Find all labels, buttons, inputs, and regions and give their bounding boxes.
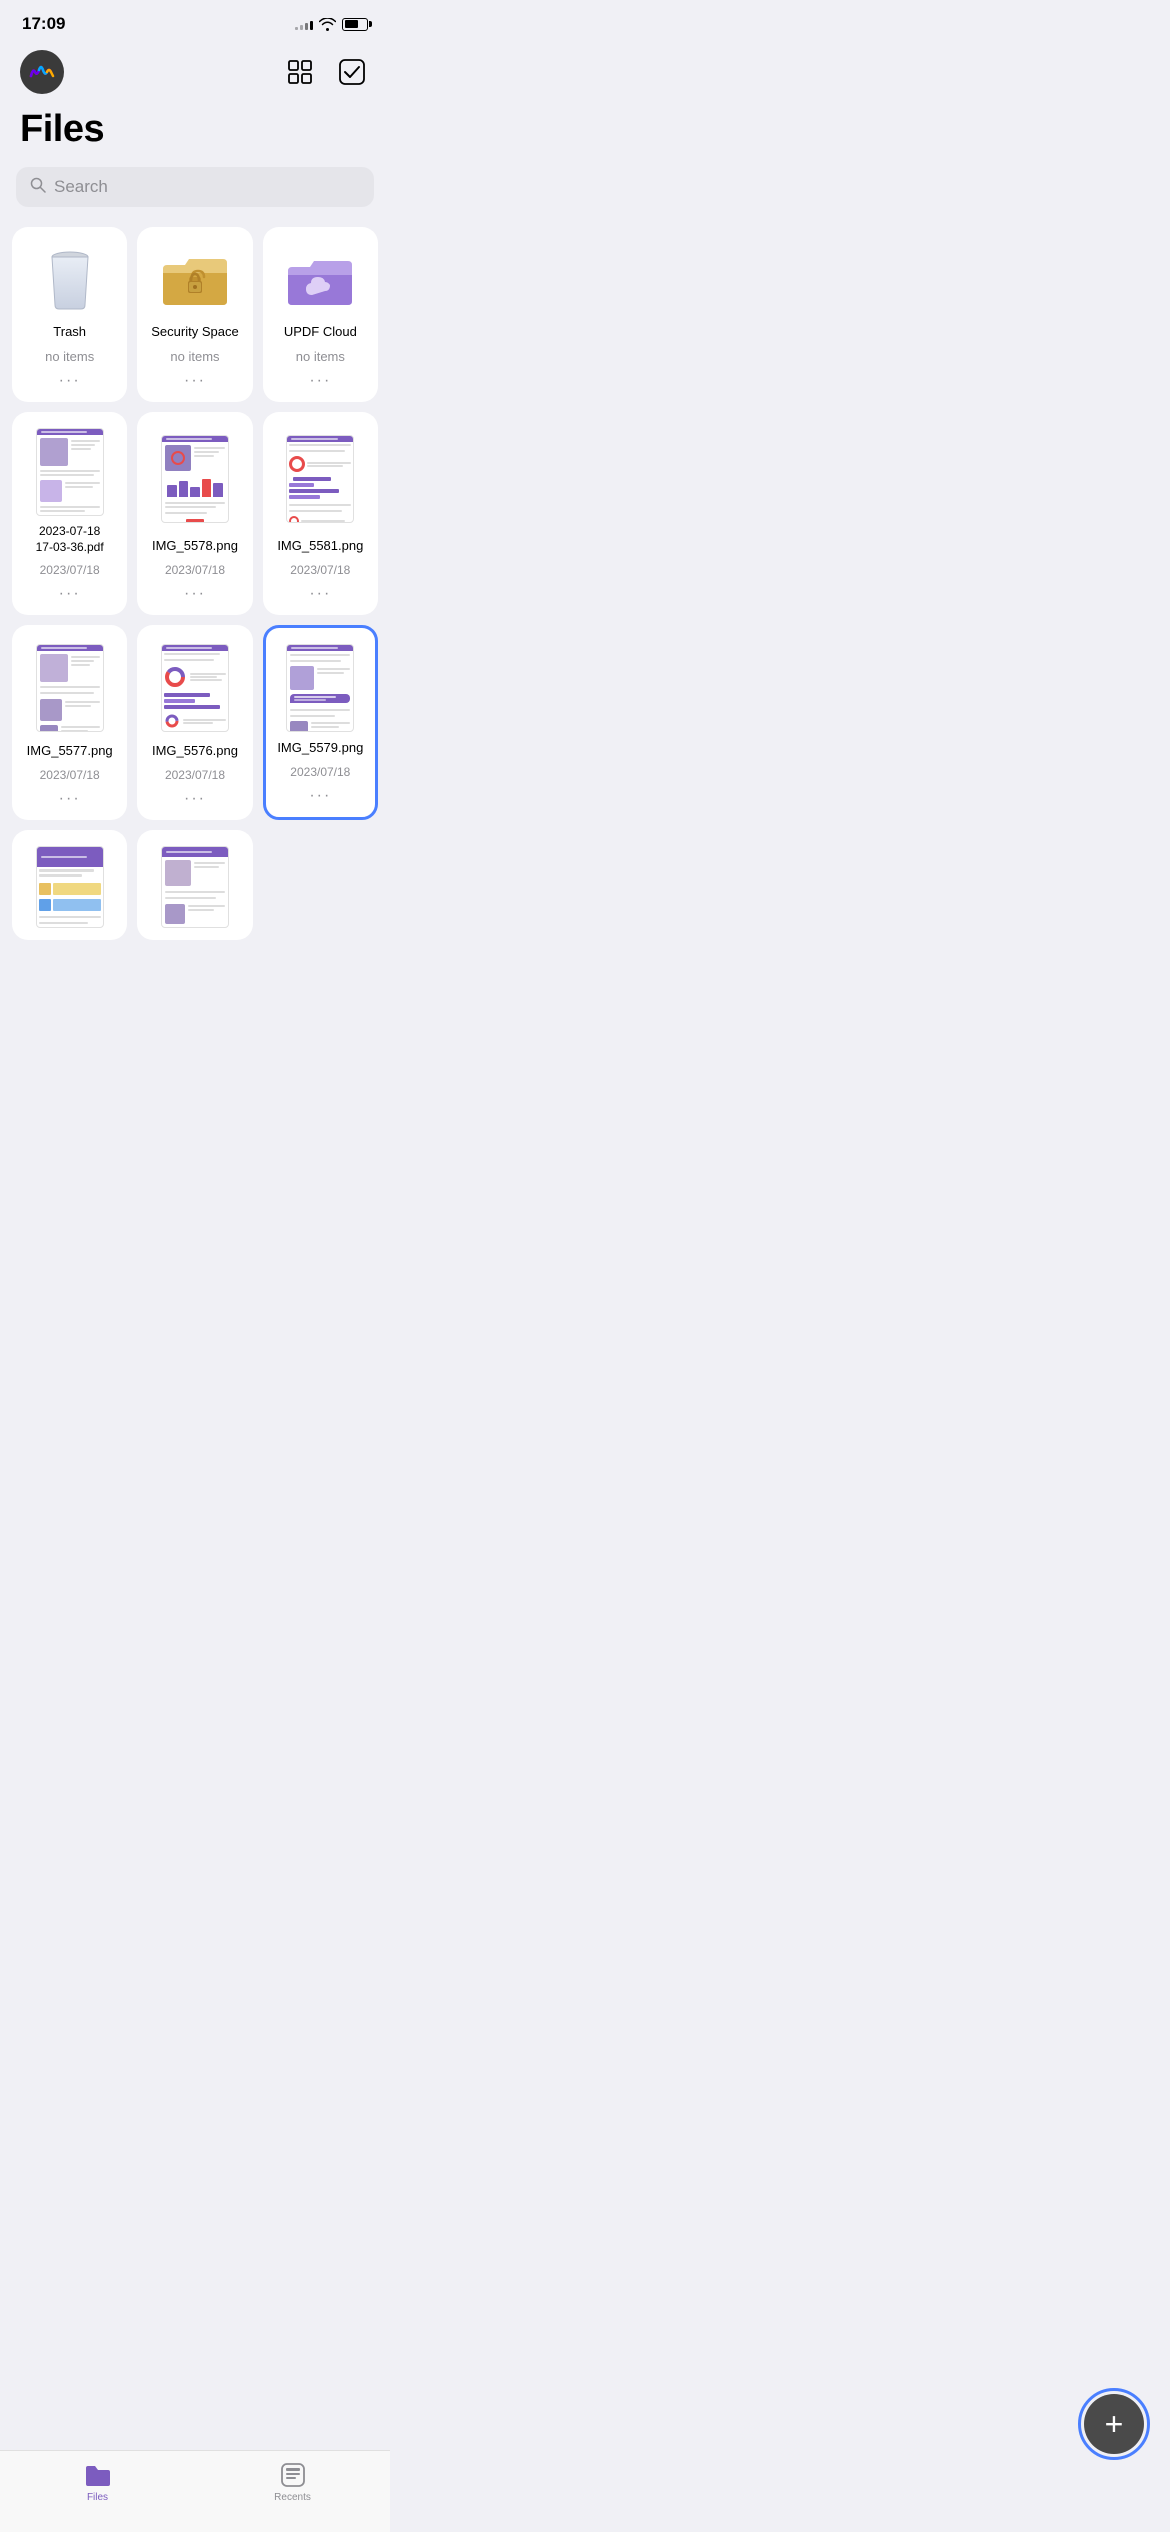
add-icon: + bbox=[1105, 2408, 1124, 2440]
search-placeholder: Search bbox=[54, 177, 108, 197]
recents-tab-label: Recents bbox=[274, 2492, 311, 2503]
img5581-thumbnail-container bbox=[273, 428, 368, 530]
trash-icon-container bbox=[22, 243, 117, 316]
search-icon bbox=[30, 177, 46, 197]
img5576-thumbnail bbox=[161, 644, 229, 732]
img5577-thumbnail-container bbox=[22, 641, 117, 735]
img5579-thumbnail bbox=[286, 644, 354, 732]
folder-subtitle-trash: no items bbox=[45, 349, 94, 364]
signal-icon bbox=[295, 18, 313, 30]
img5578-thumbnail-container bbox=[147, 428, 242, 530]
app-logo[interactable] bbox=[20, 50, 64, 94]
file-date-img5576: 2023/07/18 bbox=[165, 768, 225, 782]
folder-card-trash[interactable]: Trash no items ··· bbox=[12, 227, 127, 402]
tab-bar: Files Recents bbox=[0, 2450, 390, 2532]
file-more-img5581[interactable]: ··· bbox=[309, 585, 331, 603]
file-card-img5577[interactable]: IMG_5577.png 2023/07/18 ··· bbox=[12, 625, 127, 820]
page-title-section: Files bbox=[0, 104, 390, 167]
files-tab-label: Files bbox=[87, 2492, 108, 2503]
folder-card-security[interactable]: Security Space no items ··· bbox=[137, 227, 252, 402]
file-card-partial-1[interactable] bbox=[12, 830, 127, 940]
security-folder-icon bbox=[159, 251, 231, 309]
folder-more-cloud[interactable]: ··· bbox=[309, 372, 331, 390]
img5578-thumbnail bbox=[161, 435, 229, 523]
add-button-outline: + bbox=[1078, 2388, 1150, 2460]
img5577-thumbnail bbox=[36, 644, 104, 732]
file-name-pdf: 2023-07-18 17-03-36.pdf bbox=[36, 524, 104, 555]
file-name-img5581: IMG_5581.png bbox=[277, 538, 363, 555]
battery-icon bbox=[342, 18, 368, 31]
search-container: Search bbox=[0, 167, 390, 227]
file-more-img5579[interactable]: ··· bbox=[309, 787, 331, 805]
search-bar[interactable]: Search bbox=[16, 167, 374, 207]
file-date-img5581: 2023/07/18 bbox=[290, 563, 350, 577]
wifi-icon bbox=[319, 18, 336, 31]
file-date-pdf: 2023/07/18 bbox=[40, 563, 100, 577]
img5576-thumbnail-container bbox=[147, 641, 242, 735]
cloud-folder-icon bbox=[284, 251, 356, 309]
file-card-img5578[interactable]: IMG_5578.png 2023/07/18 ··· bbox=[137, 412, 252, 615]
cloud-icon-container bbox=[273, 243, 368, 316]
tab-recents[interactable]: Recents bbox=[195, 2461, 390, 2503]
folder-name-security: Security Space bbox=[151, 324, 238, 341]
folder-card-cloud[interactable]: UPDF Cloud no items ··· bbox=[263, 227, 378, 402]
file-more-img5576[interactable]: ··· bbox=[184, 790, 206, 808]
img5581-thumbnail bbox=[286, 435, 354, 523]
folder-name-trash: Trash bbox=[53, 324, 86, 341]
file-name-img5579: IMG_5579.png bbox=[277, 740, 363, 757]
file-date-img5578: 2023/07/18 bbox=[165, 563, 225, 577]
file-date-img5577: 2023/07/18 bbox=[40, 768, 100, 782]
files-grid: Trash no items ··· Security Space no ite… bbox=[0, 227, 390, 1020]
partial-thumb-1 bbox=[36, 846, 104, 928]
trash-icon bbox=[39, 247, 101, 313]
folder-subtitle-security: no items bbox=[170, 349, 219, 364]
file-card-img5579[interactable]: IMG_5579.png 2023/07/18 ··· bbox=[263, 625, 378, 820]
status-icons bbox=[295, 18, 368, 31]
grid-view-button[interactable] bbox=[282, 54, 318, 90]
file-card-partial-2[interactable] bbox=[137, 830, 252, 940]
file-more-img5577[interactable]: ··· bbox=[59, 790, 81, 808]
header bbox=[0, 42, 390, 104]
folder-more-trash[interactable]: ··· bbox=[59, 372, 81, 390]
img5579-thumbnail-container bbox=[276, 644, 365, 732]
pdf-thumbnail bbox=[36, 428, 104, 516]
file-more-img5578[interactable]: ··· bbox=[184, 585, 206, 603]
pdf-thumbnail-container bbox=[22, 428, 117, 516]
status-time: 17:09 bbox=[22, 14, 65, 34]
files-tab-icon bbox=[84, 2461, 112, 2489]
file-date-img5579: 2023/07/18 bbox=[290, 765, 350, 779]
folder-name-cloud: UPDF Cloud bbox=[284, 324, 357, 341]
select-button[interactable] bbox=[334, 54, 370, 90]
file-more-pdf[interactable]: ··· bbox=[59, 585, 81, 603]
tab-files[interactable]: Files bbox=[0, 2461, 195, 2503]
file-name-img5578: IMG_5578.png bbox=[152, 538, 238, 555]
folder-more-security[interactable]: ··· bbox=[184, 372, 206, 390]
status-bar: 17:09 bbox=[0, 0, 390, 42]
file-name-img5577: IMG_5577.png bbox=[27, 743, 113, 760]
security-icon-container bbox=[147, 243, 242, 316]
add-button-container: + bbox=[1078, 2388, 1150, 2460]
header-actions bbox=[282, 54, 370, 90]
file-card-img5581[interactable]: IMG_5581.png 2023/07/18 ··· bbox=[263, 412, 378, 615]
file-card-pdf[interactable]: 2023-07-18 17-03-36.pdf 2023/07/18 ··· bbox=[12, 412, 127, 615]
partial-thumb-2 bbox=[161, 846, 229, 928]
file-name-img5576: IMG_5576.png bbox=[152, 743, 238, 760]
folder-subtitle-cloud: no items bbox=[296, 349, 345, 364]
page-title: Files bbox=[20, 108, 370, 151]
file-card-img5576[interactable]: IMG_5576.png 2023/07/18 ··· bbox=[137, 625, 252, 820]
add-button[interactable]: + bbox=[1084, 2394, 1144, 2454]
recents-tab-icon bbox=[279, 2461, 307, 2489]
